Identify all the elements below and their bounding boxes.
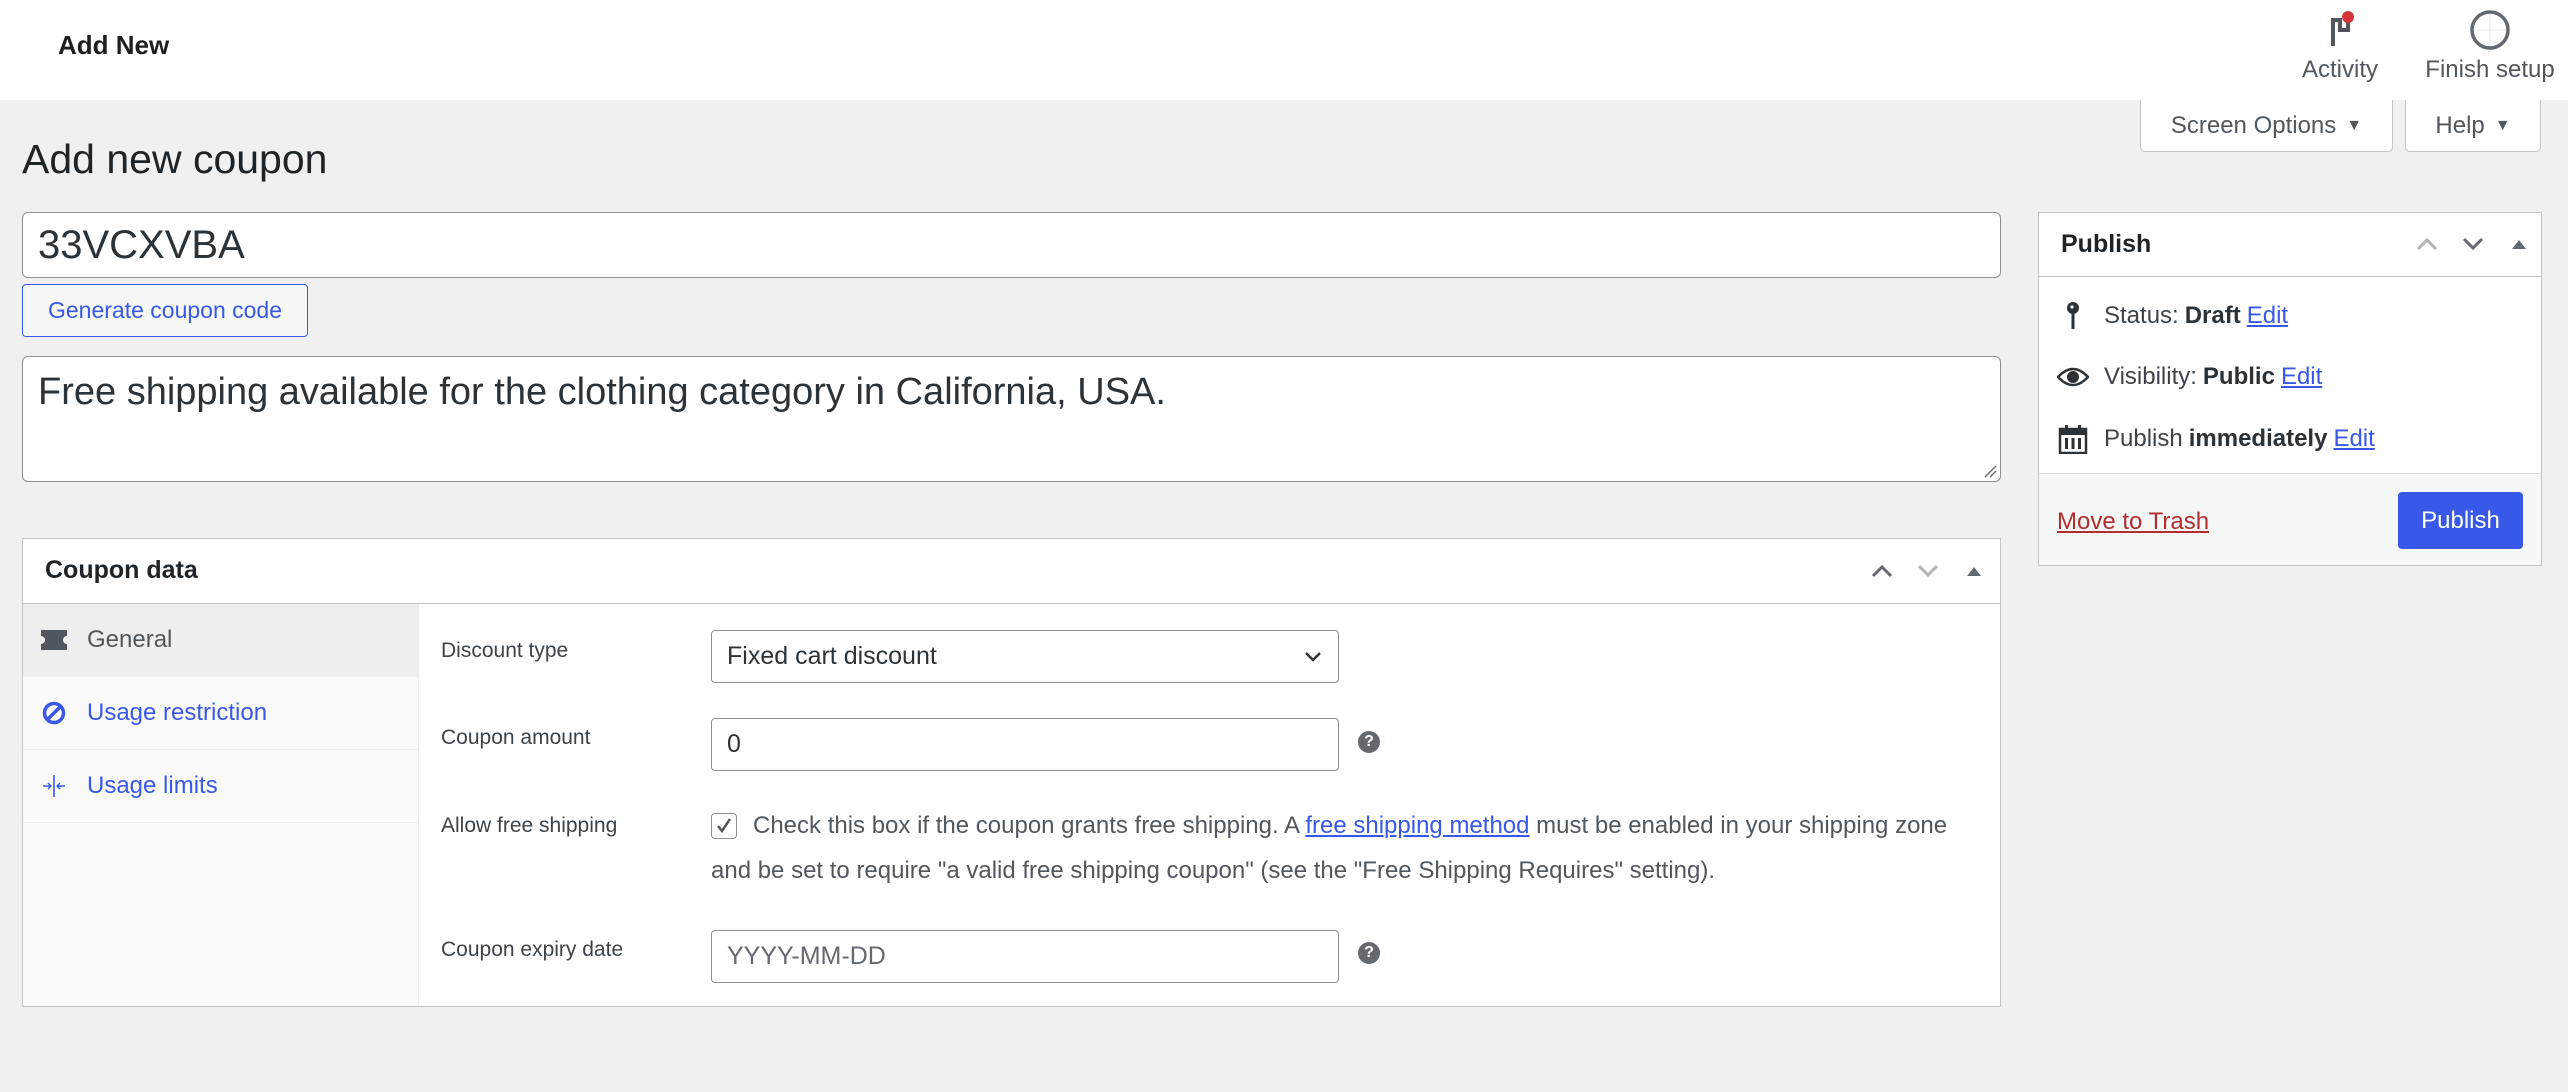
- pin-icon: [2057, 301, 2089, 331]
- tab-label: Usage limits: [87, 772, 218, 799]
- move-down-icon[interactable]: [2457, 228, 2489, 260]
- calendar-icon: [2057, 424, 2089, 454]
- publish-actions: Move to Trash Publish: [2039, 473, 2541, 565]
- free-shipping-description: Check this box if the coupon grants free…: [711, 803, 1981, 893]
- coupon-data-header: Coupon data: [23, 539, 2000, 604]
- arrows-in-icon: [41, 774, 67, 798]
- help-button[interactable]: Help ▼: [2405, 100, 2541, 152]
- finish-setup-button[interactable]: Finish setup: [2415, 8, 2565, 84]
- coupon-amount-value: 0: [727, 730, 741, 758]
- caret-down-icon: ▼: [2494, 116, 2511, 134]
- screen-options-label: Screen Options: [2170, 111, 2337, 139]
- status-value: Draft: [2184, 302, 2241, 329]
- flag-icon: [2265, 8, 2415, 52]
- coupon-amount-input[interactable]: 0: [711, 718, 1339, 771]
- tab-general[interactable]: General: [23, 604, 418, 677]
- no-entry-icon: [41, 701, 67, 725]
- description-textarea[interactable]: Free shipping available for the clothing…: [22, 356, 2001, 482]
- collapse-toggle-icon[interactable]: [1958, 555, 1990, 587]
- chevron-down-icon: [1305, 652, 1321, 662]
- publish-panel: Publish Status: Draft Edit Visibility: P…: [2038, 212, 2542, 566]
- activity-button[interactable]: Activity: [2265, 8, 2415, 84]
- help-tip-icon[interactable]: ?: [1358, 731, 1380, 753]
- coupon-data-panel: Coupon data General Usage restriction Us…: [22, 538, 2001, 1007]
- eye-icon: [2057, 366, 2089, 388]
- notification-badge: [2342, 11, 2354, 23]
- discount-type-select[interactable]: Fixed cart discount: [711, 630, 1339, 683]
- expiry-date-placeholder: YYYY-MM-DD: [727, 942, 886, 970]
- screen-options-button[interactable]: Screen Options ▼: [2140, 100, 2393, 152]
- move-up-icon[interactable]: [2411, 228, 2443, 260]
- coupon-data-tabs: General Usage restriction Usage limits: [23, 604, 419, 1006]
- activity-label: Activity: [2301, 56, 2378, 83]
- coupon-code-input[interactable]: 33VCXVBA: [22, 212, 2001, 278]
- caret-down-icon: ▼: [2346, 116, 2363, 134]
- status-row: Status: Draft Edit: [2057, 301, 2288, 331]
- schedule-value: immediately: [2188, 425, 2328, 452]
- header-title: Add New: [58, 30, 170, 60]
- coupon-code-value: 33VCXVBA: [38, 222, 245, 267]
- finish-setup-label: Finish setup: [2425, 56, 2555, 83]
- move-up-icon[interactable]: [1866, 555, 1898, 587]
- collapse-toggle-icon[interactable]: [2503, 228, 2535, 260]
- edit-status-link[interactable]: Edit: [2247, 302, 2288, 330]
- coupon-data-title: Coupon data: [45, 556, 198, 584]
- visibility-label: Visibility:: [2104, 363, 2197, 390]
- help-label: Help: [2435, 111, 2485, 139]
- free-shipping-label: Allow free shipping: [441, 814, 618, 837]
- progress-circle-icon: [2415, 8, 2565, 52]
- free-shipping-text: Check this box if the coupon grants free…: [753, 812, 1306, 839]
- ticket-icon: [41, 630, 67, 650]
- generate-coupon-code-button[interactable]: Generate coupon code: [22, 284, 308, 337]
- help-tip-icon[interactable]: ?: [1358, 942, 1380, 964]
- coupon-amount-label: Coupon amount: [441, 726, 591, 749]
- free-shipping-method-link[interactable]: free shipping method: [1305, 812, 1529, 839]
- page-title: Add new coupon: [22, 136, 328, 182]
- expiry-date-label: Coupon expiry date: [441, 938, 624, 961]
- publish-header: Publish: [2039, 213, 2541, 277]
- schedule-row: Publish immediately Edit: [2057, 424, 2375, 454]
- discount-type-value: Fixed cart discount: [727, 642, 937, 670]
- resize-handle-icon[interactable]: [1983, 464, 1997, 478]
- visibility-value: Public: [2202, 363, 2275, 390]
- schedule-label: Publish: [2104, 425, 2183, 452]
- edit-visibility-link[interactable]: Edit: [2281, 363, 2322, 391]
- publish-title: Publish: [2061, 230, 2152, 258]
- status-label: Status:: [2104, 302, 2179, 329]
- visibility-row: Visibility: Public Edit: [2057, 363, 2322, 391]
- top-header: Add New Activity Finish setup: [0, 0, 2568, 100]
- move-to-trash-link[interactable]: Move to Trash: [2057, 508, 2209, 536]
- discount-type-label: Discount type: [441, 639, 569, 662]
- description-value: Free shipping available for the clothing…: [38, 371, 1166, 413]
- tab-usage-restriction[interactable]: Usage restriction: [23, 677, 418, 750]
- tab-usage-limits[interactable]: Usage limits: [23, 750, 418, 823]
- move-down-icon[interactable]: [1912, 555, 1944, 587]
- edit-schedule-link[interactable]: Edit: [2333, 425, 2374, 453]
- tab-label: General: [87, 626, 173, 653]
- publish-button[interactable]: Publish: [2398, 492, 2523, 549]
- tab-label: Usage restriction: [87, 699, 268, 726]
- expiry-date-input[interactable]: YYYY-MM-DD: [711, 930, 1339, 983]
